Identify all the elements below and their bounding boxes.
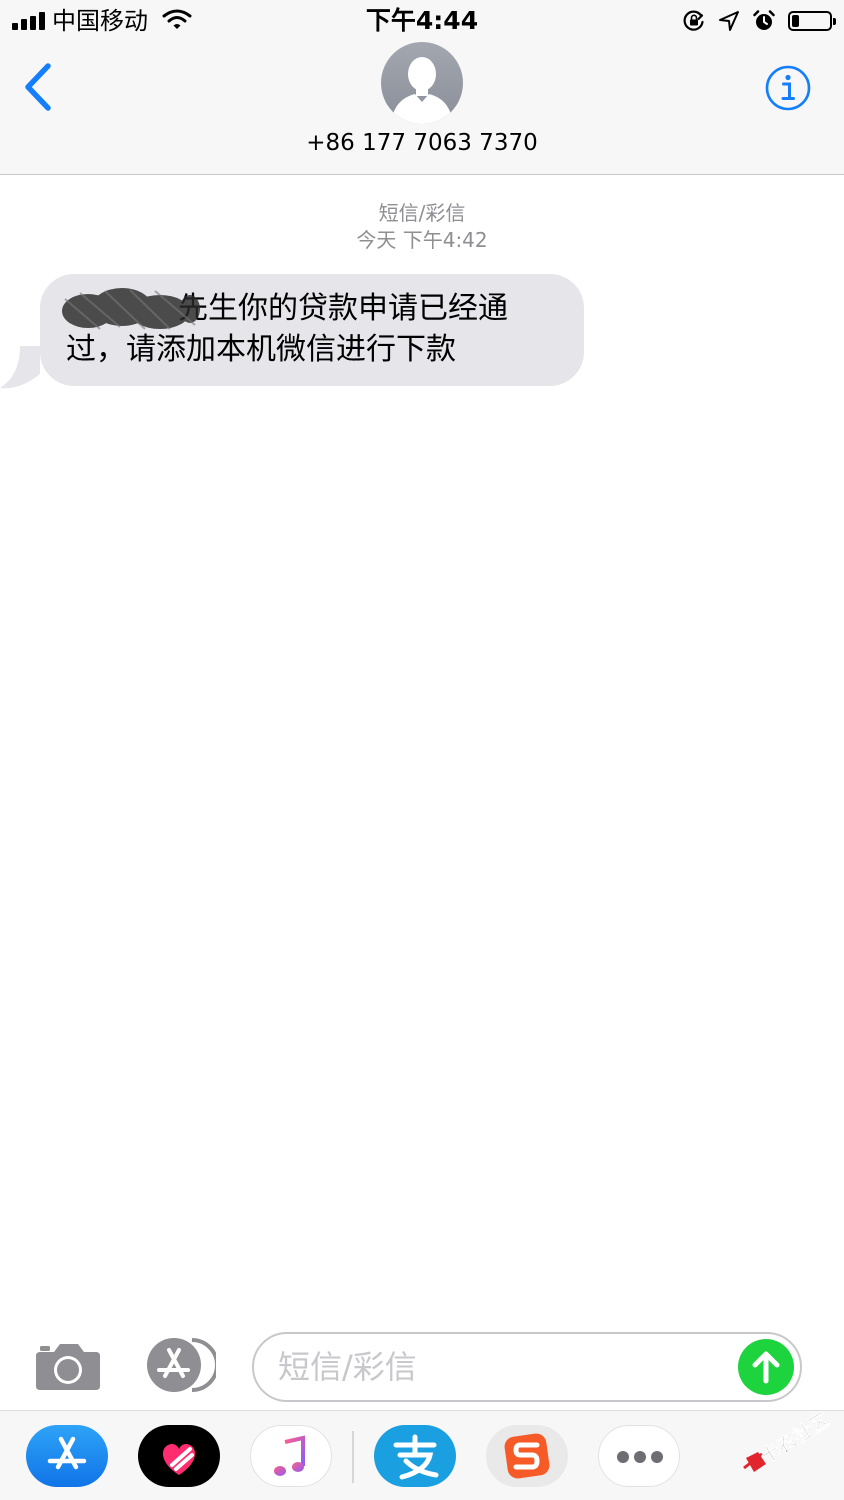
battery-level: [792, 15, 800, 27]
conversation-header: +86 177 7063 7370: [0, 42, 844, 175]
music-icon[interactable]: [250, 1425, 332, 1487]
camera-icon[interactable]: [34, 1340, 102, 1392]
person-silhouette-icon: [391, 57, 453, 124]
alipay-icon[interactable]: [374, 1425, 456, 1487]
app-drawer: [0, 1410, 844, 1500]
status-indicators: [682, 6, 836, 36]
compose-bar: [0, 1322, 844, 1410]
message-input-field[interactable]: [252, 1332, 802, 1402]
location-arrow-icon: [719, 11, 739, 31]
digital-touch-icon[interactable]: [138, 1425, 220, 1487]
battery-icon: [788, 11, 836, 31]
back-chevron-icon[interactable]: [18, 60, 62, 116]
message-timestamp: 今天 下午4:42: [356, 228, 488, 252]
app-store-icon[interactable]: [26, 1425, 108, 1487]
message-meta: 短信/彩信 今天 下午4:42: [0, 200, 844, 254]
orientation-lock-icon: [683, 10, 704, 31]
drawer-divider: [352, 1431, 354, 1483]
watermark-text: 卡农社区: [756, 1408, 833, 1468]
watermark-logo: 卡农社区: [743, 1408, 833, 1472]
status-bar: 中国移动 下午4:44: [0, 0, 844, 42]
messages-screen: 中国移动 下午4:44 +86 177 7063 7370 短信/彩信 今天 下…: [0, 0, 844, 1500]
redaction-scribble: [62, 288, 200, 330]
info-icon[interactable]: [764, 64, 812, 112]
more-icon[interactable]: [598, 1425, 680, 1487]
message-input[interactable]: [278, 1334, 718, 1400]
sogou-icon[interactable]: [486, 1425, 568, 1487]
alarm-icon: [753, 10, 775, 30]
app-store-drawer-icon[interactable]: [142, 1336, 216, 1394]
contact-name[interactable]: +86 177 7063 7370: [0, 128, 844, 158]
send-button[interactable]: [738, 1339, 794, 1395]
contact-avatar[interactable]: [381, 42, 463, 124]
send-arrow-icon: [752, 1351, 780, 1384]
service-label: 短信/彩信: [378, 201, 466, 225]
